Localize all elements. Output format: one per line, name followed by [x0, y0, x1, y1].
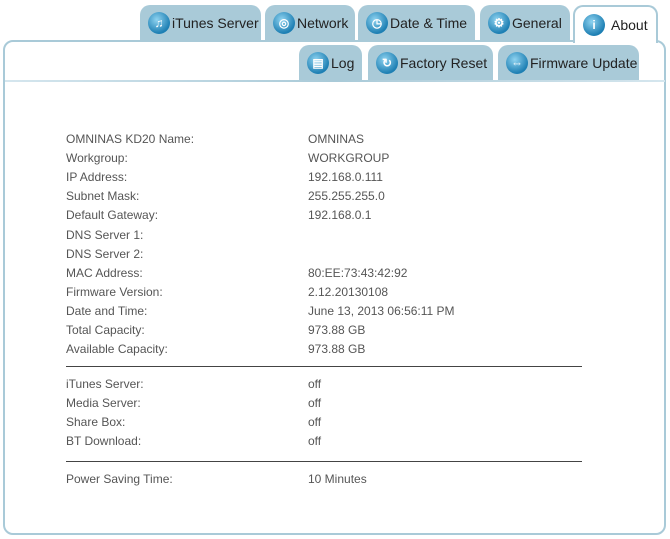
info-label: MAC Address: — [66, 265, 143, 280]
info-label: BT Download: — [66, 434, 142, 449]
info-label: DNS Server 2: — [66, 246, 144, 261]
info-label: Power Saving Time: — [66, 472, 173, 486]
info-value: 2.12.20130108 — [308, 284, 389, 299]
info-row: Subnet Mask: 255.255.255.0 — [66, 187, 385, 206]
tab-date-time[interactable]: ◷ Date & Time — [358, 5, 475, 41]
info-value: June 13, 2013 06:56:11 PM — [308, 303, 455, 318]
tab-general[interactable]: ⚙ General — [480, 5, 570, 41]
info-row: Default Gateway: 192.168.0.1 — [66, 206, 371, 225]
info-label: Share Box: — [66, 415, 126, 430]
network-globe-icon: ◎ — [273, 12, 295, 34]
info-row: DNS Server 2: — [66, 245, 143, 264]
gears-icon: ⚙ — [488, 12, 510, 34]
info-label: Subnet Mask: — [66, 189, 140, 204]
info-value: off — [308, 396, 322, 411]
music-note-icon: ♫ — [148, 12, 170, 34]
info-row: Power Saving Time: 10 Minutes — [66, 470, 367, 489]
section-divider — [66, 366, 582, 367]
tab-about[interactable]: i About — [573, 5, 658, 43]
clock-icon: ◷ — [366, 12, 388, 34]
info-value: 973.88 GB — [308, 323, 366, 337]
info-label: OMNINAS KD20 Name: — [66, 132, 195, 146]
info-value: 973.88 GB — [308, 342, 366, 357]
info-row: Media Server: off — [66, 394, 321, 413]
info-row: Date and Time: June 13, 2013 06:56:11 PM — [66, 302, 455, 321]
tab-itunes-server[interactable]: ♫ iTunes Server — [140, 5, 261, 41]
info-label: Workgroup: — [66, 151, 128, 166]
info-row: Firmware Version: 2.12.20130108 — [66, 283, 388, 302]
log-book-icon: ▤ — [307, 51, 329, 74]
info-row: Total Capacity: 973.88 GB — [66, 321, 365, 340]
info-value: off — [308, 377, 322, 391]
info-value: 192.168.0.1 — [308, 208, 372, 223]
subtab-firmware-update[interactable]: ⇔ Firmware Update — [498, 45, 639, 80]
info-label: DNS Server 1: — [66, 227, 144, 242]
info-row: iTunes Server: off — [66, 375, 321, 394]
info-value: 192.168.0.111 — [308, 170, 383, 185]
info-icon: i — [583, 14, 605, 36]
subtab-factory-reset[interactable]: ↻ Factory Reset — [368, 45, 493, 80]
info-label: Default Gateway: — [66, 208, 159, 223]
info-value: off — [308, 434, 322, 449]
info-value: WORKGROUP — [308, 151, 390, 166]
info-row: MAC Address: 80:EE:73:43:42:92 — [66, 264, 407, 283]
info-label: iTunes Server: — [66, 377, 144, 391]
info-row: DNS Server 1: — [66, 226, 143, 245]
firmware-update-icon: ⇔ — [506, 51, 528, 74]
info-value: 80:EE:73:43:42:92 — [308, 265, 408, 280]
subtab-log[interactable]: ▤ Log — [299, 45, 362, 80]
info-label: IP Address: — [66, 170, 128, 185]
section-divider — [66, 461, 582, 462]
info-label: Media Server: — [66, 396, 141, 411]
info-label: Firmware Version: — [66, 284, 163, 299]
subtab-divider — [5, 80, 665, 82]
reset-arrow-icon: ↻ — [376, 51, 398, 74]
info-row: BT Download: off — [66, 432, 321, 451]
info-value: 255.255.255.0 — [308, 189, 385, 204]
info-value: 10 Minutes — [308, 472, 367, 486]
info-row: OMNINAS KD20 Name: OMNINAS — [66, 130, 364, 149]
info-label: Available Capacity: — [66, 342, 168, 357]
info-row: Workgroup: WORKGROUP — [66, 149, 389, 168]
info-label: Total Capacity: — [66, 323, 145, 337]
info-row: Share Box: off — [66, 413, 321, 432]
info-row: Available Capacity: 973.88 GB — [66, 340, 365, 359]
info-row: IP Address: 192.168.0.111 — [66, 168, 383, 187]
tab-network[interactable]: ◎ Network — [265, 5, 355, 41]
info-value: OMNINAS — [308, 132, 365, 146]
info-label: Date and Time: — [66, 303, 148, 318]
info-value: off — [308, 415, 322, 430]
